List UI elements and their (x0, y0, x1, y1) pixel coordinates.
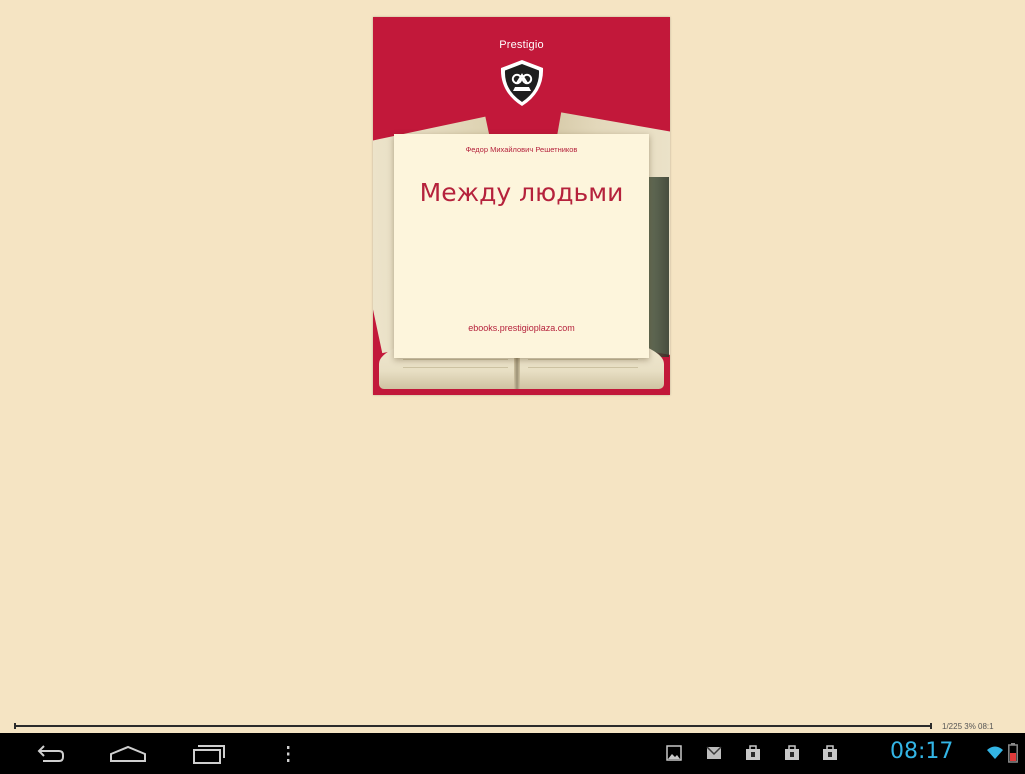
publisher-site: ebooks.prestigioplaza.com (468, 323, 575, 333)
download-notification-icon[interactable] (784, 745, 800, 761)
page-info: 1/225 3% 08:1 (942, 722, 994, 731)
recent-apps-icon (193, 744, 225, 764)
book-text-line (528, 359, 638, 360)
reader-page[interactable]: Prestigio Федор Михайлович Решетников Ме… (0, 0, 1025, 733)
mail-notification-icon[interactable] (706, 745, 722, 761)
menu-icon (287, 745, 290, 762)
reading-progress-bar[interactable] (14, 723, 932, 729)
book-cover: Prestigio Федор Михайлович Решетников Ме… (373, 17, 670, 395)
progress-track (14, 725, 932, 727)
gallery-notification-icon[interactable] (666, 745, 682, 761)
download-notification-icon[interactable] (745, 745, 761, 761)
prestigio-logo-icon (500, 60, 544, 106)
book-text-line (403, 359, 508, 360)
book-title: Между людьми (419, 178, 624, 207)
publisher-name: Prestigio (499, 39, 544, 51)
recent-apps-button[interactable] (184, 733, 232, 774)
back-button[interactable] (28, 733, 72, 774)
home-icon (110, 745, 146, 762)
download-notification-icon[interactable] (822, 745, 838, 761)
clock[interactable]: 08:17 (890, 739, 953, 764)
book-author: Федор Михайлович Решетников (465, 145, 578, 154)
home-button[interactable] (104, 733, 152, 774)
system-bar: 08:17 (0, 733, 1025, 774)
menu-button[interactable] (278, 733, 298, 774)
progress-end-cap (930, 723, 932, 729)
battery-icon (1008, 743, 1018, 763)
book-text-line (403, 367, 508, 368)
book-text-line (528, 367, 638, 368)
cover-title-card: Федор Михайлович Решетников Между людьми… (394, 134, 649, 358)
wifi-icon (987, 746, 1003, 759)
progress-start-cap (14, 723, 16, 729)
back-icon (37, 744, 64, 762)
